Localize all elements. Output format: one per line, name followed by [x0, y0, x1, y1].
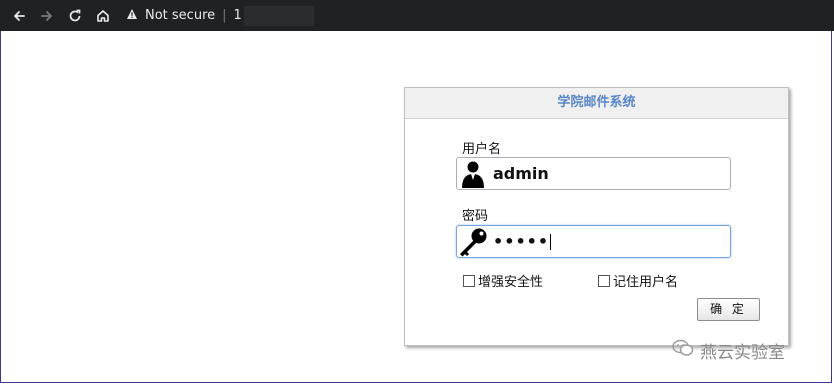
- enhanced-security-option[interactable]: 增强安全性: [463, 271, 543, 290]
- password-value: •••••: [493, 232, 550, 251]
- security-label[interactable]: Not secure: [145, 8, 215, 23]
- username-value: admin: [493, 164, 549, 183]
- url-text[interactable]: 1: [234, 8, 242, 23]
- remember-user-checkbox[interactable]: [598, 274, 610, 287]
- enhanced-security-checkbox[interactable]: [463, 274, 475, 287]
- username-field[interactable]: admin: [456, 157, 731, 190]
- password-field[interactable]: •••••: [456, 225, 731, 258]
- remember-user-label: 记住用户名: [613, 275, 679, 290]
- back-arrow-icon[interactable]: [6, 3, 32, 29]
- home-icon[interactable]: [90, 3, 116, 29]
- watermark: 燕云实验室: [672, 338, 785, 363]
- key-icon: [457, 226, 489, 257]
- login-panel: 学院邮件系统 用户名 admin 密码 ••••• 增强安全性 记住用户名 确 …: [404, 87, 789, 346]
- enhanced-security-label: 增强安全性: [478, 275, 544, 290]
- forward-arrow-icon[interactable]: [34, 3, 60, 29]
- username-label: 用户名: [462, 142, 502, 157]
- address-bar[interactable]: Not secure | 1: [126, 2, 314, 29]
- user-icon: [457, 158, 489, 189]
- warning-icon: [126, 8, 138, 23]
- panel-title: 学院邮件系统: [405, 88, 788, 119]
- reload-icon[interactable]: [62, 3, 88, 29]
- browser-toolbar: Not secure | 1: [0, 0, 834, 31]
- text-caret: [550, 233, 552, 250]
- password-label: 密码: [462, 209, 489, 224]
- redacted-url: [243, 5, 314, 26]
- remember-user-option[interactable]: 记住用户名: [598, 271, 678, 290]
- confirm-button[interactable]: 确 定: [697, 298, 760, 321]
- address-separator: |: [222, 8, 227, 23]
- wechat-icon: [672, 339, 694, 362]
- watermark-text: 燕云实验室: [700, 343, 785, 363]
